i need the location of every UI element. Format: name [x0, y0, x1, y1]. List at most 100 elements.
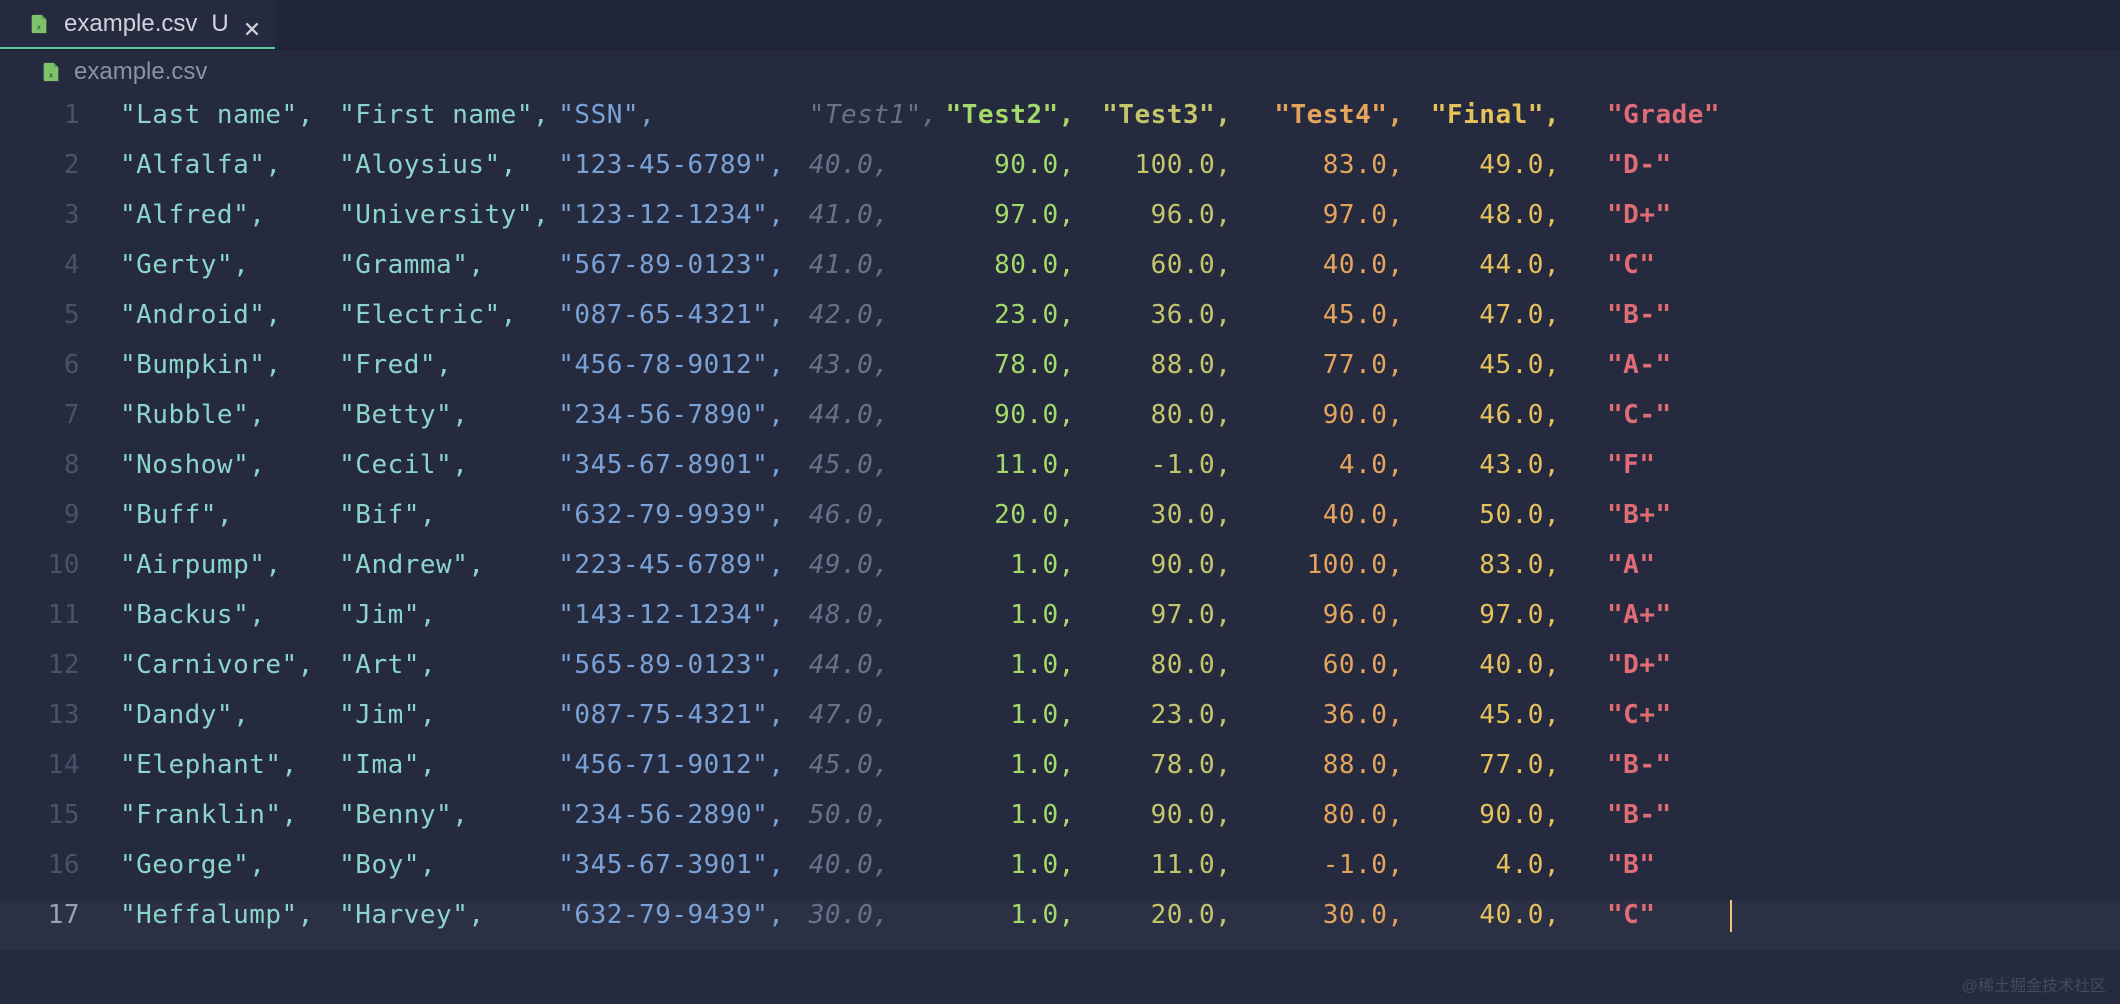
data-cell: "C+" — [1576, 700, 1733, 730]
data-cell: 100.0, — [1090, 150, 1247, 180]
data-cell: 40.0, — [1419, 900, 1576, 932]
line-content[interactable]: "Buff","Bif","632-79-9939",46.0,20.0,30.… — [120, 500, 2120, 530]
line-number: 11 — [0, 600, 120, 630]
data-cell: 43.0, — [1419, 450, 1576, 480]
editor-line[interactable]: 5"Android","Electric","087-65-4321",42.0… — [0, 300, 2120, 350]
data-cell: "Aloysius", — [339, 150, 558, 180]
data-cell: "Backus", — [120, 600, 339, 630]
editor-line[interactable]: 7"Rubble","Betty","234-56-7890",44.0,90.… — [0, 400, 2120, 450]
data-cell: "456-71-9012", — [558, 750, 793, 780]
breadcrumb-filename[interactable]: example.csv — [74, 58, 207, 86]
data-cell: "George", — [120, 850, 339, 880]
data-cell: 40.0, — [1419, 650, 1576, 680]
data-cell: 60.0, — [1247, 650, 1419, 680]
editor-line[interactable]: 3"Alfred","University","123-12-1234",41.… — [0, 200, 2120, 250]
editor-line[interactable]: 17"Heffalump","Harvey","632-79-9439",30.… — [0, 900, 2120, 950]
editor-line[interactable]: 8"Noshow","Cecil","345-67-8901",45.0,11.… — [0, 450, 2120, 500]
data-cell: "Noshow", — [120, 450, 339, 480]
editor-line[interactable]: 4"Gerty","Gramma","567-89-0123",41.0,80.… — [0, 250, 2120, 300]
data-cell: 45.0, — [1419, 350, 1576, 380]
data-cell: "234-56-7890", — [558, 400, 793, 430]
column-header-cell: "Test1", — [793, 100, 934, 130]
line-content[interactable]: "Gerty","Gramma","567-89-0123",41.0,80.0… — [120, 250, 2120, 280]
line-content[interactable]: "Noshow","Cecil","345-67-8901",45.0,11.0… — [120, 450, 2120, 480]
data-cell: 42.0, — [793, 300, 934, 330]
data-cell: 1.0, — [934, 850, 1091, 880]
data-cell: "Cecil", — [339, 450, 558, 480]
line-content[interactable]: "Carnivore","Art","565-89-0123",44.0,1.0… — [120, 650, 2120, 680]
line-content[interactable]: "Android","Electric","087-65-4321",42.0,… — [120, 300, 2120, 330]
unsaved-indicator: U — [211, 10, 228, 38]
data-cell: 4.0, — [1419, 850, 1576, 880]
data-cell: "345-67-8901", — [558, 450, 793, 480]
line-content[interactable]: "Rubble","Betty","234-56-7890",44.0,90.0… — [120, 400, 2120, 430]
data-cell: "087-65-4321", — [558, 300, 793, 330]
breadcrumb: x example.csv — [0, 50, 2120, 94]
line-number: 7 — [0, 400, 120, 430]
data-cell: 96.0, — [1090, 200, 1247, 230]
data-cell: "234-56-2890", — [558, 800, 793, 830]
close-icon[interactable] — [243, 15, 261, 33]
data-cell: 90.0, — [934, 150, 1091, 180]
data-cell: "F" — [1576, 450, 1733, 480]
column-header-cell: "Grade" — [1576, 100, 1733, 130]
line-content[interactable]: "Heffalump","Harvey","632-79-9439",30.0,… — [120, 900, 2120, 932]
data-cell: 48.0, — [1419, 200, 1576, 230]
data-cell: 45.0, — [1419, 700, 1576, 730]
line-number: 12 — [0, 650, 120, 680]
svg-text:x: x — [37, 22, 42, 31]
editor-line[interactable]: 16"George","Boy","345-67-3901",40.0,1.0,… — [0, 850, 2120, 900]
data-cell: 45.0, — [793, 450, 934, 480]
editor-line[interactable]: 9"Buff","Bif","632-79-9939",46.0,20.0,30… — [0, 500, 2120, 550]
line-content[interactable]: "Last name","First name","SSN","Test1","… — [120, 100, 2120, 130]
data-cell: 78.0, — [934, 350, 1091, 380]
data-cell: "A+" — [1576, 600, 1733, 630]
line-content[interactable]: "Airpump","Andrew","223-45-6789",49.0,1.… — [120, 550, 2120, 580]
data-cell: "087-75-4321", — [558, 700, 793, 730]
editor-line[interactable]: 12"Carnivore","Art","565-89-0123",44.0,1… — [0, 650, 2120, 700]
data-cell: 80.0, — [934, 250, 1091, 280]
data-cell: 40.0, — [1247, 250, 1419, 280]
editor-line[interactable]: 10"Airpump","Andrew","223-45-6789",49.0,… — [0, 550, 2120, 600]
line-number: 2 — [0, 150, 120, 180]
data-cell: "Heffalump", — [120, 900, 339, 932]
editor-line[interactable]: 1"Last name","First name","SSN","Test1",… — [0, 100, 2120, 150]
column-header-cell: "First name", — [339, 100, 558, 130]
data-cell: 49.0, — [1419, 150, 1576, 180]
data-cell: 78.0, — [1090, 750, 1247, 780]
file-tab[interactable]: x example.csv U — [0, 0, 275, 49]
data-cell: 97.0, — [934, 200, 1091, 230]
data-cell: "Bif", — [339, 500, 558, 530]
data-cell: 36.0, — [1247, 700, 1419, 730]
line-content[interactable]: "Alfalfa","Aloysius","123-45-6789",40.0,… — [120, 150, 2120, 180]
data-cell: 44.0, — [1419, 250, 1576, 280]
data-cell: "565-89-0123", — [558, 650, 793, 680]
line-content[interactable]: "Backus","Jim","143-12-1234",48.0,1.0,97… — [120, 600, 2120, 630]
data-cell: "Buff", — [120, 500, 339, 530]
data-cell: 40.0, — [1247, 500, 1419, 530]
line-content[interactable]: "Bumpkin","Fred","456-78-9012",43.0,78.0… — [120, 350, 2120, 380]
data-cell: 46.0, — [1419, 400, 1576, 430]
data-cell: "Jim", — [339, 700, 558, 730]
editor-line[interactable]: 15"Franklin","Benny","234-56-2890",50.0,… — [0, 800, 2120, 850]
editor-line[interactable]: 6"Bumpkin","Fred","456-78-9012",43.0,78.… — [0, 350, 2120, 400]
line-content[interactable]: "Dandy","Jim","087-75-4321",47.0,1.0,23.… — [120, 700, 2120, 730]
data-cell: "567-89-0123", — [558, 250, 793, 280]
line-content[interactable]: "George","Boy","345-67-3901",40.0,1.0,11… — [120, 850, 2120, 880]
data-cell: 90.0, — [934, 400, 1091, 430]
editor-line[interactable]: 2"Alfalfa","Aloysius","123-45-6789",40.0… — [0, 150, 2120, 200]
data-cell: 90.0, — [1090, 800, 1247, 830]
data-cell: 88.0, — [1247, 750, 1419, 780]
data-cell: "632-79-9439", — [558, 900, 793, 932]
editor-area[interactable]: 1"Last name","First name","SSN","Test1",… — [0, 94, 2120, 950]
editor-line[interactable]: 11"Backus","Jim","143-12-1234",48.0,1.0,… — [0, 600, 2120, 650]
line-content[interactable]: "Franklin","Benny","234-56-2890",50.0,1.… — [120, 800, 2120, 830]
data-cell: 43.0, — [793, 350, 934, 380]
data-cell: 50.0, — [1419, 500, 1576, 530]
editor-line[interactable]: 14"Elephant","Ima","456-71-9012",45.0,1.… — [0, 750, 2120, 800]
line-content[interactable]: "Alfred","University","123-12-1234",41.0… — [120, 200, 2120, 230]
data-cell: 96.0, — [1247, 600, 1419, 630]
data-cell: "C-" — [1576, 400, 1733, 430]
editor-line[interactable]: 13"Dandy","Jim","087-75-4321",47.0,1.0,2… — [0, 700, 2120, 750]
line-content[interactable]: "Elephant","Ima","456-71-9012",45.0,1.0,… — [120, 750, 2120, 780]
